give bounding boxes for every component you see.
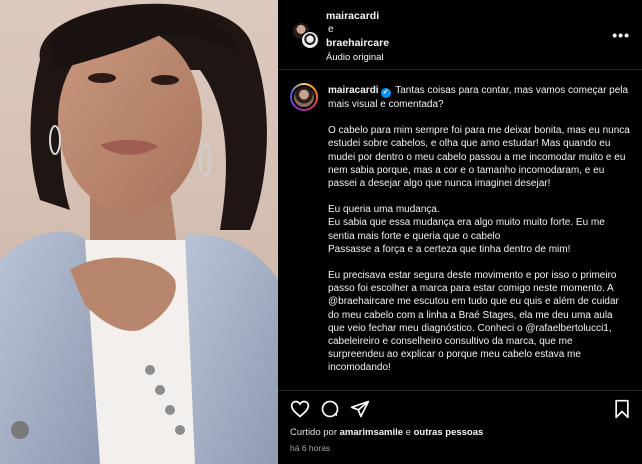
post-header: mairacardi e braehaircare Áudio original…	[278, 0, 642, 70]
post-photo	[0, 0, 278, 464]
collab-avatars[interactable]	[292, 22, 319, 49]
share-send-icon[interactable]	[350, 399, 370, 419]
caption-avatar[interactable]	[290, 83, 318, 111]
liked-prefix: Curtido por	[290, 427, 337, 438]
liked-user-link[interactable]: amarimsamile	[340, 427, 403, 438]
caption-line: Passasse a força e a certeza que tinha d…	[328, 243, 571, 255]
post-detail-panel: mairacardi e braehaircare Áudio original…	[278, 0, 642, 464]
liked-others-link[interactable]: outras pessoas	[414, 427, 484, 438]
caption-paragraph-2: Eu queria uma mudança. Eu sabia que essa…	[328, 203, 630, 256]
more-horizontal-icon[interactable]: •••	[612, 28, 630, 42]
post-timestamp[interactable]: há 6 horas	[290, 443, 330, 453]
caption-line: Eu sabia que essa mudança era algo muito…	[328, 217, 605, 242]
caption-line: Eu queria uma mudança.	[328, 204, 440, 216]
save-bookmark-icon[interactable]	[612, 399, 632, 419]
liked-by-text: Curtido por amarimsamile e outras pessoa…	[290, 427, 483, 438]
action-bar	[278, 390, 642, 424]
header-names: mairacardi e braehaircare Áudio original	[326, 10, 566, 64]
caption-paragraph-3: Eu precisava estar segura deste moviment…	[328, 270, 619, 374]
like-heart-icon[interactable]	[290, 399, 310, 419]
verified-badge-icon: ✓	[380, 88, 391, 98]
liked-separator: e	[405, 427, 411, 438]
caption-area: mairacardi ✓ Tantas coisas para contar, m…	[278, 71, 642, 383]
audio-label[interactable]: Áudio original	[326, 51, 566, 64]
header-username-2[interactable]: braehaircare	[326, 37, 566, 50]
caption-paragraph-1: O cabelo para mim sempre foi para me dei…	[328, 125, 630, 190]
header-username-1[interactable]: mairacardi	[326, 10, 566, 23]
avatar-braehaircare[interactable]	[301, 31, 319, 49]
caption-text: mairacardi ✓ Tantas coisas para contar, m…	[328, 84, 630, 383]
caption-username[interactable]: mairacardi	[328, 85, 379, 96]
post-media[interactable]	[0, 0, 278, 464]
comment-icon[interactable]	[320, 399, 340, 419]
header-conjunction: e	[328, 24, 334, 35]
